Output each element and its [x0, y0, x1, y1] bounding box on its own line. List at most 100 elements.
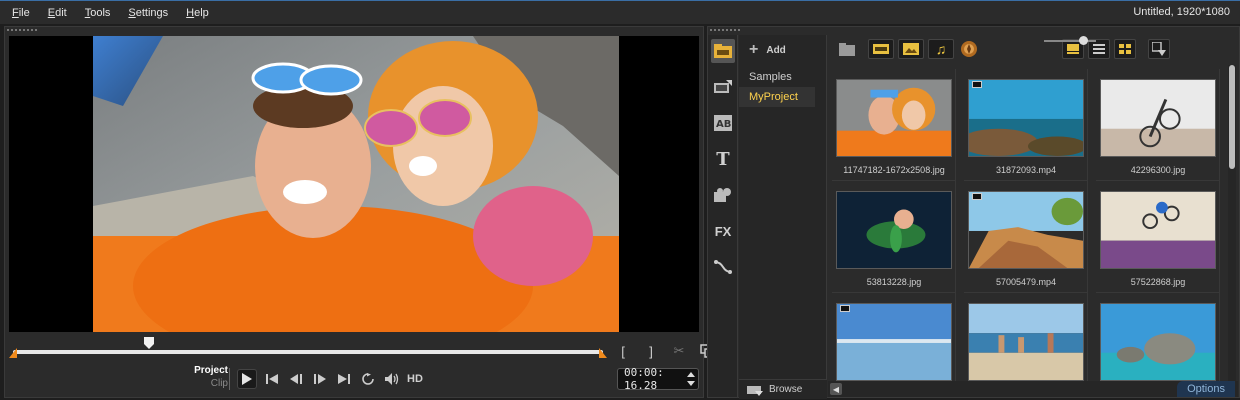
playback-mode[interactable]: Project Clip [188, 365, 228, 389]
thumbnail-image [968, 303, 1084, 381]
player-panel: [ ] ✂ Project Clip HD 00:00: 16.28 [4, 26, 714, 398]
folder-open-icon [839, 42, 855, 56]
import-media-button[interactable] [836, 39, 858, 59]
media-tile[interactable]: 57522868.jpg [1096, 181, 1220, 293]
media-category-button[interactable] [711, 39, 735, 63]
video-icon [840, 305, 850, 312]
media-tile[interactable] [1096, 293, 1220, 381]
next-frame-button[interactable] [311, 370, 329, 388]
timecode-spinner-icon[interactable] [686, 370, 696, 388]
scissors-icon[interactable]: ✂ [671, 343, 687, 359]
thumbnail-image [836, 191, 952, 269]
music-note-icon: ♫ [935, 41, 947, 57]
menu-edit[interactable]: Edit [39, 7, 76, 19]
filter-category-button[interactable]: FX [711, 219, 735, 243]
folder-samples[interactable]: Samples [739, 67, 827, 87]
title-category-button[interactable]: T [711, 147, 735, 171]
sort-button[interactable] [958, 39, 980, 59]
thumbnail-caption: 42296300.jpg [1130, 165, 1186, 175]
video-icon [972, 81, 982, 88]
transition-category-button[interactable]: AB [711, 111, 735, 135]
preview-window[interactable] [9, 36, 699, 332]
menu-help[interactable]: Help [177, 7, 218, 19]
media-tile[interactable]: 42296300.jpg [1096, 69, 1220, 181]
graphic-category-button[interactable] [711, 183, 735, 207]
transport-controls: HD [237, 369, 423, 389]
folder-list: Samples MyProject [739, 67, 827, 107]
transition-ab-icon: AB [714, 115, 732, 131]
mode-toggle[interactable] [229, 368, 233, 390]
panel-grip[interactable] [5, 27, 703, 35]
svg-text:AB: AB [716, 119, 731, 130]
export-arrow-icon [1152, 42, 1166, 56]
library-toolbar: ♫ [828, 35, 1240, 63]
film-template-icon [714, 80, 732, 93]
mark-out-icon[interactable]: ] [643, 343, 659, 359]
library-options-button[interactable] [1148, 39, 1170, 59]
show-photos-button[interactable] [898, 39, 924, 59]
thumbnail-image [1100, 303, 1216, 381]
media-tile[interactable]: 31872093.mp4 [964, 69, 1088, 181]
library-vertical-scrollbar[interactable] [1228, 65, 1236, 381]
menu-file[interactable]: File [0, 7, 39, 19]
menu-tools[interactable]: Tools [76, 7, 120, 19]
media-tile[interactable] [964, 293, 1088, 381]
scroll-left-icon[interactable]: ◀ [830, 383, 842, 395]
repeat-button[interactable] [359, 370, 377, 388]
browse-button[interactable]: Browse [739, 379, 827, 399]
repeat-icon [362, 373, 374, 385]
media-tile[interactable]: 53813228.jpg [832, 181, 956, 293]
show-videos-button[interactable] [868, 39, 894, 59]
home-button[interactable] [263, 370, 281, 388]
trim-end-marker[interactable] [599, 348, 607, 358]
options-button[interactable]: Options [1177, 381, 1235, 397]
path-category-button[interactable] [711, 255, 735, 279]
thumbnail-caption: 31872093.mp4 [995, 165, 1057, 175]
thumbnail-image [968, 191, 1084, 269]
thumbnail-image [1100, 79, 1216, 157]
media-tile[interactable] [832, 293, 956, 381]
zoom-slider-thumb[interactable] [1079, 36, 1088, 45]
plus-icon: + [749, 41, 759, 58]
speaker-icon [385, 373, 399, 385]
scrubber-handle[interactable] [143, 337, 154, 349]
scrub-bar[interactable] [13, 350, 603, 354]
thumbnail-image [836, 303, 952, 381]
browse-label: Browse [769, 384, 803, 395]
thumbnail-zoom-slider[interactable] [1044, 40, 1096, 42]
thumbnail-image [836, 79, 952, 157]
folder-myproject[interactable]: MyProject [739, 87, 815, 107]
list-view-icon [1093, 44, 1105, 54]
title-t-icon: T [716, 148, 730, 170]
media-tile[interactable]: 11747182-1672x2508.jpg [832, 69, 956, 181]
browse-folder-icon [747, 385, 763, 396]
library-panel: AB T FX + Add Samples MyProject Browse ♫… [707, 26, 1240, 399]
timecode-field[interactable]: 00:00: 16.28 [617, 366, 699, 392]
previous-frame-button[interactable] [287, 370, 305, 388]
scrollbar-thumb[interactable] [1229, 65, 1235, 169]
media-tile[interactable]: 57005479.mp4 [964, 181, 1088, 293]
instant-project-button[interactable] [711, 75, 735, 99]
thumbnail-caption: 53813228.jpg [866, 277, 922, 287]
play-button[interactable] [237, 369, 257, 389]
view-thumbnails-button[interactable] [1114, 39, 1136, 59]
end-button[interactable] [335, 370, 353, 388]
mode-clip[interactable]: Clip [188, 378, 228, 389]
next-frame-icon [314, 374, 326, 384]
view-list-button[interactable] [1088, 39, 1110, 59]
menu-settings[interactable]: Settings [119, 7, 177, 19]
volume-button[interactable] [383, 370, 401, 388]
show-audio-button[interactable]: ♫ [928, 39, 954, 59]
folder-pane: + Add Samples MyProject [739, 35, 827, 380]
preview-image [93, 36, 619, 332]
trim-start-marker[interactable] [9, 348, 17, 358]
library-grip[interactable] [708, 27, 1239, 35]
menu-bar: File Edit Tools Settings Help Untitled, … [0, 0, 1240, 24]
mark-in-icon[interactable]: [ [615, 343, 631, 359]
skip-start-icon [266, 374, 278, 384]
add-folder-button[interactable]: + Add [749, 41, 786, 59]
mode-project[interactable]: Project [188, 365, 228, 376]
fx-icon: FX [714, 223, 732, 239]
thumbnail-caption: 57005479.mp4 [995, 277, 1057, 287]
hd-button[interactable]: HD [407, 373, 423, 385]
